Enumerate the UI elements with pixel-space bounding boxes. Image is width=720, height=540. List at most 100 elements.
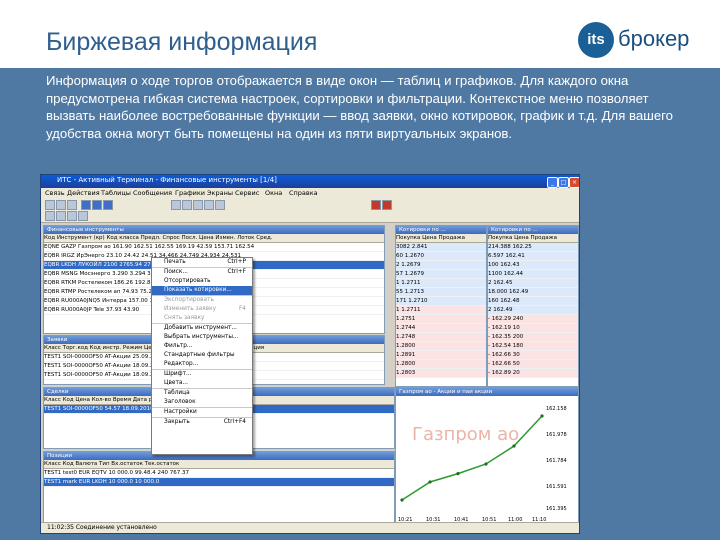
context-menu-item-find[interactable]: Поиск... Ctrl+F bbox=[152, 267, 252, 277]
list-item[interactable]: 18.000 162.49 bbox=[488, 288, 578, 297]
chart-icon[interactable] bbox=[103, 200, 113, 210]
context-menu-item-print[interactable]: Печать Ctrl+P bbox=[152, 258, 252, 267]
table-row[interactable]: TEST1 mark EUR LKOH 10 000.0 10 000.0 bbox=[44, 478, 394, 487]
list-item[interactable]: 1.2891 bbox=[396, 351, 486, 360]
list-item[interactable]: 1.2748 bbox=[396, 333, 486, 342]
context-menu-item-add-instrument[interactable]: Добавить инструмент... bbox=[152, 323, 252, 333]
zoom-out-icon[interactable] bbox=[56, 211, 66, 221]
list-item[interactable]: 100 162.43 bbox=[488, 261, 578, 270]
app-toolbar bbox=[41, 198, 579, 223]
list-item[interactable]: 55 1.2713 bbox=[396, 288, 486, 297]
list-item[interactable]: - 162.35 200 bbox=[488, 333, 578, 342]
list-item[interactable]: 1 1.2711 bbox=[396, 306, 486, 315]
menu-connection[interactable]: Связь bbox=[45, 189, 65, 197]
list-item[interactable]: 1.2800 bbox=[396, 360, 486, 369]
context-menu-label: Стандартные фильтры bbox=[164, 352, 235, 358]
context-menu-item-standard-filters[interactable]: Стандартные фильтры bbox=[152, 351, 252, 360]
positions-columns: Класс Код Валюта Тип Вх.остаток Тек.оста… bbox=[44, 460, 394, 469]
y-tick-label: 162.158 bbox=[546, 406, 567, 412]
quotes-window-1: Котировки по ... Покупка Цена Продажа 30… bbox=[395, 225, 487, 387]
list-item[interactable]: - 162.54 180 bbox=[488, 342, 578, 351]
context-menu-item-sort[interactable]: Отсортировать bbox=[152, 277, 252, 286]
context-menu-item-header[interactable]: Заголовок bbox=[152, 398, 252, 407]
y-tick-label: 161.978 bbox=[546, 432, 567, 438]
menu-tables[interactable]: Таблицы bbox=[101, 189, 131, 197]
screen-1-icon[interactable] bbox=[171, 200, 181, 210]
menu-screens[interactable]: Экраны bbox=[207, 189, 233, 197]
app-titlebar: ИТС - Активный Терминал - Финансовые инс… bbox=[41, 175, 579, 188]
list-item[interactable]: 6.597 162.41 bbox=[488, 252, 578, 261]
list-item[interactable]: - 162.19 10 bbox=[488, 324, 578, 333]
quotes-icon[interactable] bbox=[92, 200, 102, 210]
context-menu-label: Шрифт... bbox=[164, 371, 192, 377]
list-item[interactable]: - 162.66 30 bbox=[488, 351, 578, 360]
list-item[interactable]: - 162.66 50 bbox=[488, 360, 578, 369]
maximize-icon[interactable]: □ bbox=[558, 177, 569, 188]
context-menu-item-select-instruments[interactable]: Выбрать инструменты... bbox=[152, 333, 252, 342]
y-tick-label: 161.591 bbox=[546, 484, 567, 490]
context-menu-item-filter[interactable]: Фильтр... bbox=[152, 342, 252, 351]
connect-icon[interactable] bbox=[45, 200, 55, 210]
menu-help[interactable]: Справка bbox=[289, 189, 318, 197]
list-item[interactable]: 2 1.2679 bbox=[396, 261, 486, 270]
context-menu-item-settings[interactable]: Настройки bbox=[152, 407, 252, 417]
slide-title: Биржевая информация bbox=[46, 28, 318, 56]
context-menu-item-cancel-order[interactable]: Снять заявку bbox=[152, 314, 252, 323]
its-broker-logo: its брокер bbox=[578, 20, 690, 60]
list-item[interactable]: 2 162.49 bbox=[488, 306, 578, 315]
instruments-title: Финансовые инструменты bbox=[44, 226, 384, 234]
disconnect-icon[interactable] bbox=[56, 200, 66, 210]
price-point bbox=[428, 480, 432, 484]
table-icon[interactable] bbox=[81, 200, 91, 210]
screen-4-icon[interactable] bbox=[204, 200, 214, 210]
menu-windows[interactable]: Окна bbox=[265, 189, 282, 197]
print-icon[interactable] bbox=[67, 200, 77, 210]
table-row[interactable]: EQNE GAZP Газпром ао 161.90 162.51 162.5… bbox=[44, 243, 384, 252]
context-menu-label: Цвета... bbox=[164, 380, 188, 386]
list-item[interactable]: 60 1.2670 bbox=[396, 252, 486, 261]
order-icon[interactable] bbox=[371, 200, 381, 210]
zoom-in-icon[interactable] bbox=[45, 211, 55, 221]
screen-3-icon[interactable] bbox=[193, 200, 203, 210]
screen-5-icon[interactable] bbox=[215, 200, 225, 210]
list-item[interactable]: 1 1.2711 bbox=[396, 279, 486, 288]
settings-icon[interactable] bbox=[67, 211, 77, 221]
filter-icon[interactable] bbox=[78, 211, 88, 221]
list-item[interactable]: 2 162.45 bbox=[488, 279, 578, 288]
list-item[interactable]: 1100 162.44 bbox=[488, 270, 578, 279]
positions-window: Позиции Класс Код Валюта Тип Вх.остаток … bbox=[43, 451, 395, 523]
list-item[interactable]: 1.2744 bbox=[396, 324, 486, 333]
list-item[interactable]: 3082 2.841 bbox=[396, 243, 486, 252]
stop-order-icon[interactable] bbox=[382, 200, 392, 210]
context-menu-shortcut: Ctrl+F4 bbox=[223, 419, 246, 425]
context-menu-item-export[interactable]: Экспортировать bbox=[152, 295, 252, 305]
price-chart[interactable]: Газпром ао 162.158 161.978 161.784 161.5… bbox=[396, 396, 578, 524]
list-item[interactable]: 171 1.2710 bbox=[396, 297, 486, 306]
list-item[interactable]: 1.2803 bbox=[396, 369, 486, 378]
context-menu-item-edit-order[interactable]: Изменить заявку F4 bbox=[152, 305, 252, 314]
quotes-2-title: Котировки по ... bbox=[488, 226, 578, 234]
context-menu-item-editor[interactable]: Редактор... bbox=[152, 360, 252, 369]
list-item[interactable]: 160 162.48 bbox=[488, 297, 578, 306]
context-menu-item-colors[interactable]: Цвета... bbox=[152, 379, 252, 388]
list-item[interactable]: - 162.29 240 bbox=[488, 315, 578, 324]
menu-service[interactable]: Сервис bbox=[235, 189, 259, 197]
minimize-icon[interactable]: _ bbox=[547, 177, 558, 188]
context-menu-item-close[interactable]: Закрыть Ctrl+F4 bbox=[152, 417, 252, 427]
list-item[interactable]: 214.388 162.25 bbox=[488, 243, 578, 252]
logo-text: брокер bbox=[618, 26, 690, 51]
menu-actions[interactable]: Действия bbox=[67, 189, 100, 197]
table-row[interactable]: TEST1 test0 EUR EQTV 10 000.0 99.48.4 24… bbox=[44, 469, 394, 478]
list-item[interactable]: 1.2751 bbox=[396, 315, 486, 324]
menu-charts[interactable]: Графики bbox=[175, 189, 205, 197]
context-menu-item-font[interactable]: Шрифт... bbox=[152, 369, 252, 379]
menu-messages[interactable]: Сообщения bbox=[133, 189, 172, 197]
list-item[interactable]: 1.2800 bbox=[396, 342, 486, 351]
context-menu-item-show-quotes[interactable]: Показать котировки... bbox=[152, 286, 252, 295]
context-menu-item-table[interactable]: Таблица bbox=[152, 388, 252, 398]
list-item[interactable]: - 162.89 20 bbox=[488, 369, 578, 378]
quotes-1-title: Котировки по ... bbox=[396, 226, 486, 234]
close-icon[interactable]: × bbox=[569, 177, 579, 188]
list-item[interactable]: 57 1.2679 bbox=[396, 270, 486, 279]
screen-2-icon[interactable] bbox=[182, 200, 192, 210]
